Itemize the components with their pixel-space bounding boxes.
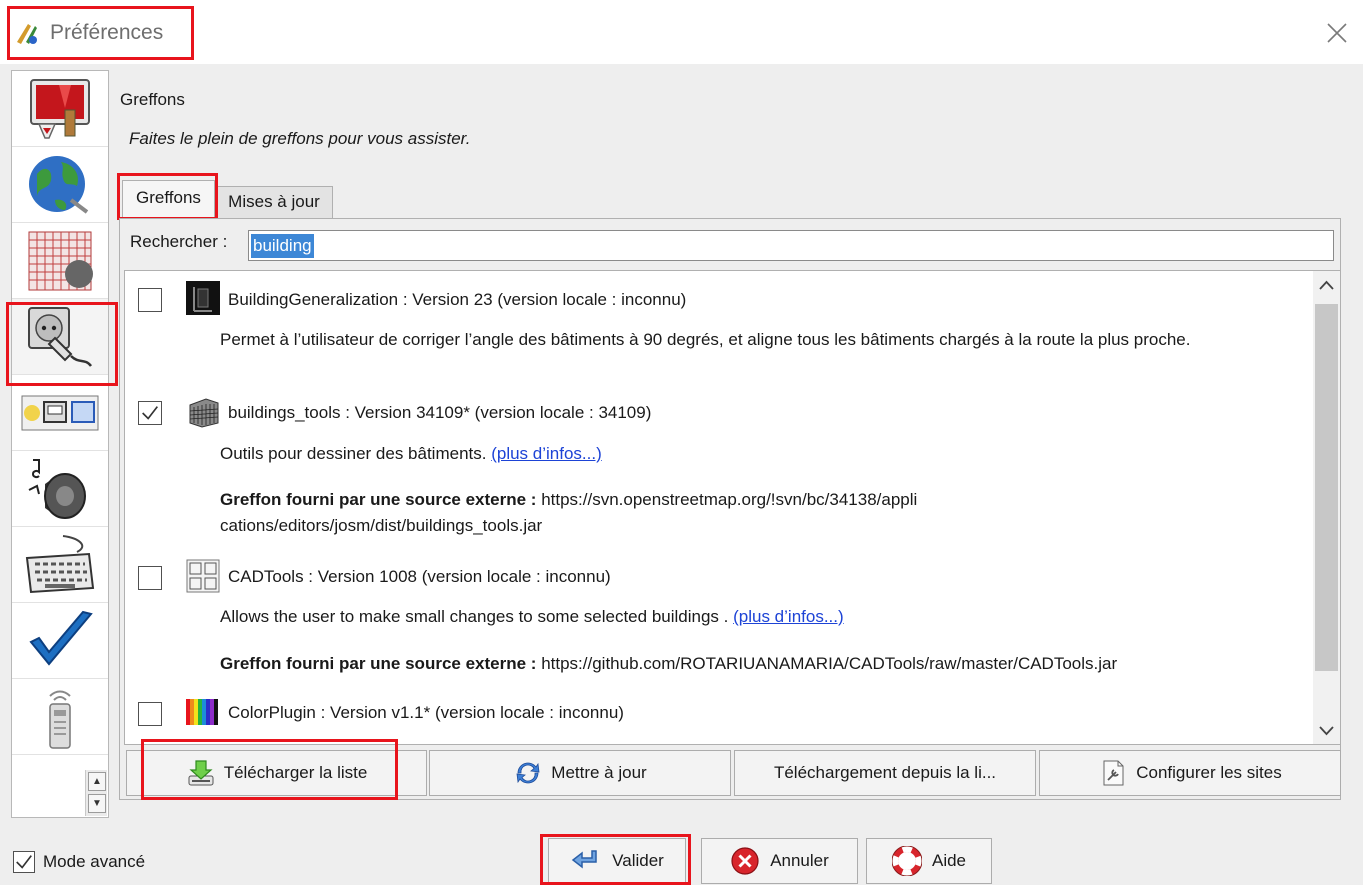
chevron-up-icon[interactable] bbox=[1313, 272, 1340, 300]
configure-sites-button[interactable]: Configurer les sites bbox=[1039, 750, 1341, 796]
sidebar-item-validator[interactable] bbox=[12, 603, 108, 679]
update-label: Mettre à jour bbox=[551, 763, 647, 782]
plugin-name: ColorPlugin : Version v1.1* (version loc… bbox=[228, 703, 624, 722]
more-info-link[interactable]: (plus d’infos...) bbox=[733, 607, 844, 626]
title-bar bbox=[0, 0, 1363, 64]
section-title: Greffons bbox=[120, 90, 185, 109]
plugin-list-scroll-thumb[interactable] bbox=[1315, 304, 1338, 671]
plugin-checkbox-buildinggeneralization[interactable] bbox=[138, 288, 162, 312]
plugin-description: Allows the user to make small changes to… bbox=[220, 607, 729, 626]
advanced-mode-checkbox[interactable] bbox=[13, 851, 35, 873]
plugin-list: BuildingGeneralization : Version 23 (ver… bbox=[124, 270, 1341, 745]
plugin-source-url: https://github.com/ROTARIUANAMARIA/CADTo… bbox=[541, 654, 1118, 673]
sidebar-item-remote-control[interactable] bbox=[12, 679, 108, 755]
plugin-name: buildings_tools : Version 34109* (versio… bbox=[228, 403, 652, 422]
chevron-down-icon[interactable] bbox=[1313, 716, 1340, 744]
search-label: Rechercher : bbox=[130, 232, 228, 251]
josm-app-icon bbox=[17, 24, 37, 44]
preferences-sidebar bbox=[11, 70, 109, 818]
sidebar-item-toolbar[interactable] bbox=[12, 375, 108, 451]
sidebar-item-connection[interactable] bbox=[12, 147, 108, 223]
search-input[interactable] bbox=[248, 230, 1334, 261]
keyboard-shortcuts-icon bbox=[25, 534, 95, 593]
sidebar-scroll-down-button[interactable]: ▼ bbox=[88, 794, 106, 813]
lifebuoy-help-icon bbox=[891, 846, 922, 876]
plugin-checkbox-cadtools[interactable] bbox=[138, 566, 162, 590]
plugin-description-line: Allows the user to make small changes to… bbox=[220, 604, 844, 630]
globe-connection-icon bbox=[29, 155, 89, 214]
plugin-checkbox-buildings-tools[interactable] bbox=[138, 401, 162, 425]
audio-speaker-icon bbox=[28, 458, 86, 519]
section-description: Faites le plein de greffons pour vous as… bbox=[129, 129, 471, 148]
plugin-name: CADTools : Version 1008 (version locale … bbox=[228, 567, 611, 586]
color-plugin-icon bbox=[186, 699, 218, 725]
configure-sites-icon bbox=[1103, 760, 1124, 786]
plugin-source-line: Greffon fourni par une source externe : … bbox=[220, 487, 920, 539]
more-info-link[interactable]: (plus d’infos...) bbox=[491, 444, 602, 463]
plugin-description-line: Outils pour dessiner des bâtiments. (plu… bbox=[220, 441, 602, 467]
sidebar-scrollbar[interactable]: ▲ ▼ bbox=[85, 770, 107, 816]
buildings-tools-icon bbox=[189, 398, 219, 428]
plugin-source-label: Greffon fourni par une source externe : bbox=[220, 490, 537, 509]
sidebar-item-projection[interactable] bbox=[12, 223, 108, 299]
download-from-button[interactable]: Téléchargement depuis la li... bbox=[734, 750, 1036, 796]
cancel-icon bbox=[731, 847, 759, 875]
plugin-source-line: Greffon fourni par une source externe : … bbox=[220, 651, 1117, 677]
sidebar-item-display[interactable] bbox=[12, 71, 108, 147]
cancel-label: Annuler bbox=[770, 851, 829, 870]
cancel-button[interactable]: Annuler bbox=[701, 838, 858, 884]
download-list-button[interactable]: Télécharger la liste bbox=[126, 750, 427, 796]
close-icon[interactable] bbox=[1322, 18, 1352, 48]
search-input-selected-text: building bbox=[251, 234, 314, 258]
ok-label: Valider bbox=[612, 851, 664, 870]
configure-sites-label: Configurer les sites bbox=[1136, 763, 1282, 782]
cadtools-icon bbox=[186, 559, 220, 593]
plugin-source-label: Greffon fourni par une source externe : bbox=[220, 654, 537, 673]
help-label: Aide bbox=[931, 851, 967, 870]
plugin-name: BuildingGeneralization : Version 23 (ver… bbox=[228, 290, 687, 309]
enter-arrow-icon bbox=[571, 850, 597, 869]
advanced-mode-label: Mode avancé bbox=[43, 852, 146, 871]
checkmark-icon bbox=[16, 855, 32, 869]
refresh-icon bbox=[516, 762, 540, 784]
plug-socket-icon bbox=[28, 306, 92, 367]
plugin-description: Outils pour dessiner des bâtiments. bbox=[220, 444, 487, 463]
tab-updates[interactable]: Mises à jour bbox=[215, 186, 333, 218]
checkmark-icon bbox=[142, 406, 158, 420]
ok-button[interactable]: Valider bbox=[548, 838, 686, 884]
download-icon bbox=[188, 760, 214, 786]
sidebar-item-plugins[interactable] bbox=[12, 299, 108, 375]
sidebar-item-audio[interactable] bbox=[12, 451, 108, 527]
remote-control-icon bbox=[49, 690, 71, 749]
sidebar-item-shortcuts[interactable] bbox=[12, 527, 108, 603]
building-generalization-icon bbox=[186, 281, 220, 315]
sidebar-scroll-up-button[interactable]: ▲ bbox=[88, 772, 106, 791]
window-title: Préférences bbox=[50, 21, 164, 44]
projection-grid-icon bbox=[28, 231, 93, 290]
validator-checkmark-icon bbox=[29, 610, 93, 666]
help-button[interactable]: Aide bbox=[866, 838, 992, 884]
display-settings-icon bbox=[30, 78, 90, 139]
plugin-checkbox-colorplugin[interactable] bbox=[138, 702, 162, 726]
download-from-label: Téléchargement depuis la li... bbox=[773, 763, 997, 782]
plugin-description: Permet à l’utilisateur de corriger l’ang… bbox=[220, 330, 1191, 349]
update-button[interactable]: Mettre à jour bbox=[429, 750, 731, 796]
download-list-label: Télécharger la liste bbox=[223, 763, 368, 782]
tab-plugins[interactable]: Greffons bbox=[122, 180, 215, 218]
toolbar-icons-icon bbox=[21, 395, 99, 430]
